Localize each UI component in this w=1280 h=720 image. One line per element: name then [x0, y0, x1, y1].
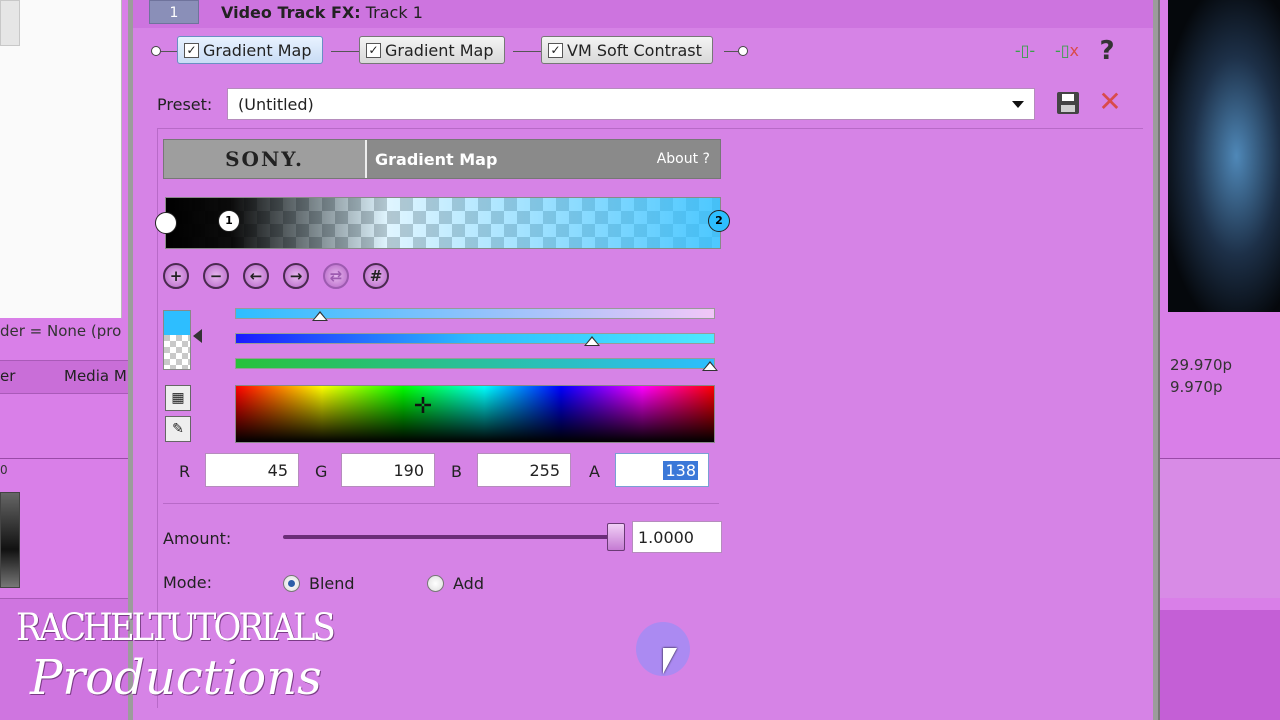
- amount-input[interactable]: 1.0000: [632, 521, 722, 553]
- mode-label: Mode:: [163, 573, 212, 592]
- timeline-track-area: [0, 598, 140, 720]
- tab-explorer[interactable]: er: [0, 367, 15, 385]
- green-label: G: [315, 462, 328, 481]
- red-label: R: [179, 462, 191, 481]
- hue-slider[interactable]: [235, 308, 715, 321]
- panel-control[interactable]: [0, 0, 20, 46]
- help-icon[interactable]: ?: [1093, 38, 1121, 64]
- amount-label: Amount:: [163, 529, 232, 548]
- window-titlebar[interactable]: 1 Video Track FX: Track 1: [133, 0, 1153, 28]
- chevron-down-icon[interactable]: [1012, 101, 1024, 108]
- track-index-badge: 1: [149, 0, 199, 24]
- gradient-stop-2[interactable]: 2: [708, 210, 730, 232]
- amount-slider-track[interactable]: [283, 535, 615, 539]
- mode-option-blend[interactable]: Blend: [309, 574, 355, 593]
- ruler-label: 0: [0, 463, 8, 477]
- fx-chain-label: VM Soft Contrast: [567, 40, 702, 60]
- explorer-panel: [0, 0, 122, 318]
- preset-row: Preset: (Untitled) ✕: [133, 86, 1153, 122]
- add-stop-icon[interactable]: +: [163, 263, 189, 289]
- chain-start-dot: [151, 46, 161, 56]
- chain-end-dot: [738, 46, 748, 56]
- plugin-name-box: Gradient Map About ?: [367, 140, 720, 178]
- fx-chain-item-gradient-map-1[interactable]: ✓ Gradient Map: [177, 36, 323, 64]
- color-spectrum[interactable]: [235, 385, 715, 443]
- eyedropper-icon[interactable]: ✎: [165, 416, 191, 442]
- swatch-pointer-icon: [193, 329, 202, 343]
- color-palette-icon[interactable]: ▦: [165, 385, 191, 411]
- blue-label: B: [451, 462, 462, 481]
- video-clip-thumbnail[interactable]: [0, 492, 20, 588]
- chain-connector: [331, 51, 359, 52]
- fx-enable-checkbox[interactable]: ✓: [548, 42, 563, 58]
- fx-enable-checkbox[interactable]: ✓: [366, 42, 381, 58]
- window-title: Video Track FX: Track 1: [221, 3, 423, 22]
- preset-dropdown[interactable]: (Untitled): [227, 88, 1035, 120]
- sony-logo: SONY.: [164, 140, 367, 178]
- alpha-input[interactable]: 138: [615, 453, 709, 487]
- saturation-slider-handle[interactable]: [584, 336, 600, 346]
- window-title-track: Track 1: [360, 3, 423, 22]
- timeline-area: [1160, 458, 1280, 598]
- tab-media[interactable]: Media M: [64, 367, 127, 385]
- plugin-header: SONY. Gradient Map About ?: [163, 139, 721, 179]
- distribute-icon[interactable]: #: [363, 263, 389, 289]
- timeline-lower: [1160, 610, 1280, 720]
- mode-radio-blend[interactable]: [283, 575, 300, 592]
- hue-slider-handle[interactable]: [312, 311, 328, 321]
- alpha-value-selected: 138: [663, 461, 698, 480]
- delete-preset-icon[interactable]: ✕: [1097, 86, 1123, 118]
- alpha-slider-handle[interactable]: [702, 361, 718, 371]
- fx-enable-checkbox[interactable]: ✓: [184, 42, 199, 58]
- move-left-icon[interactable]: ←: [243, 263, 269, 289]
- gradient-stop-1[interactable]: 1: [218, 210, 240, 232]
- remove-plugin-icon[interactable]: -▯x: [1053, 40, 1081, 62]
- render-info-text: der = None (pro: [0, 322, 122, 340]
- plugin-panel: SONY. Gradient Map About ? 1 2 + − ← → ⇄…: [155, 128, 1143, 708]
- fx-chain-label: Gradient Map: [203, 40, 312, 60]
- about-link[interactable]: About ?: [657, 151, 710, 167]
- amount-slider-thumb[interactable]: [607, 523, 625, 551]
- preset-label: Preset:: [157, 95, 213, 114]
- green-input[interactable]: 190: [341, 453, 435, 487]
- chain-connector: [161, 51, 177, 52]
- chain-connector: [513, 51, 541, 52]
- chain-connector: [724, 51, 738, 52]
- save-preset-icon[interactable]: [1057, 92, 1079, 114]
- remove-stop-icon[interactable]: −: [203, 263, 229, 289]
- plugin-name: Gradient Map: [375, 150, 498, 169]
- project-fps: 29.970p: [1170, 356, 1233, 374]
- mouse-cursor-icon: [663, 648, 677, 674]
- preset-value: (Untitled): [238, 95, 314, 114]
- gradient-stop-toolbar: + − ← → ⇄ #: [163, 263, 389, 291]
- color-swatch: [163, 310, 191, 370]
- video-track-fx-window: 1 Video Track FX: Track 1 ✓ Gradient Map…: [128, 0, 1158, 720]
- fx-chain-item-vm-soft-contrast[interactable]: ✓ VM Soft Contrast: [541, 36, 713, 64]
- alpha-label: A: [589, 462, 600, 481]
- window-tabstrip: er Media M: [0, 360, 140, 394]
- plugin-chain-icon[interactable]: -▯-: [1011, 40, 1039, 62]
- red-input[interactable]: 45: [205, 453, 299, 487]
- fx-chain-label: Gradient Map: [385, 40, 494, 60]
- background-app-left: der = None (pro er Media M 0: [0, 0, 140, 720]
- fx-chain-item-gradient-map-2[interactable]: ✓ Gradient Map: [359, 36, 505, 64]
- move-right-icon[interactable]: →: [283, 263, 309, 289]
- reverse-icon[interactable]: ⇄: [323, 263, 349, 289]
- mode-radio-add[interactable]: [427, 575, 444, 592]
- plugin-chain: ✓ Gradient Map ✓ Gradient Map ✓ VM Soft …: [133, 32, 1153, 72]
- preview-fps: 9.970p: [1170, 378, 1223, 396]
- crosshair-icon: ✛: [413, 394, 433, 419]
- window-title-bold: Video Track FX:: [221, 3, 361, 22]
- saturation-slider[interactable]: [235, 333, 715, 346]
- mode-option-add[interactable]: Add: [453, 574, 484, 593]
- gradient-bar[interactable]: 1 2: [155, 197, 730, 249]
- video-preview: [1168, 0, 1280, 312]
- background-app-right: 29.970p 9.970p: [1158, 0, 1280, 720]
- timeline-ruler: 0: [0, 458, 140, 488]
- divider: [163, 503, 719, 504]
- alpha-slider[interactable]: [235, 358, 718, 371]
- gradient-stop-0[interactable]: [155, 212, 177, 234]
- blue-input[interactable]: 255: [477, 453, 571, 487]
